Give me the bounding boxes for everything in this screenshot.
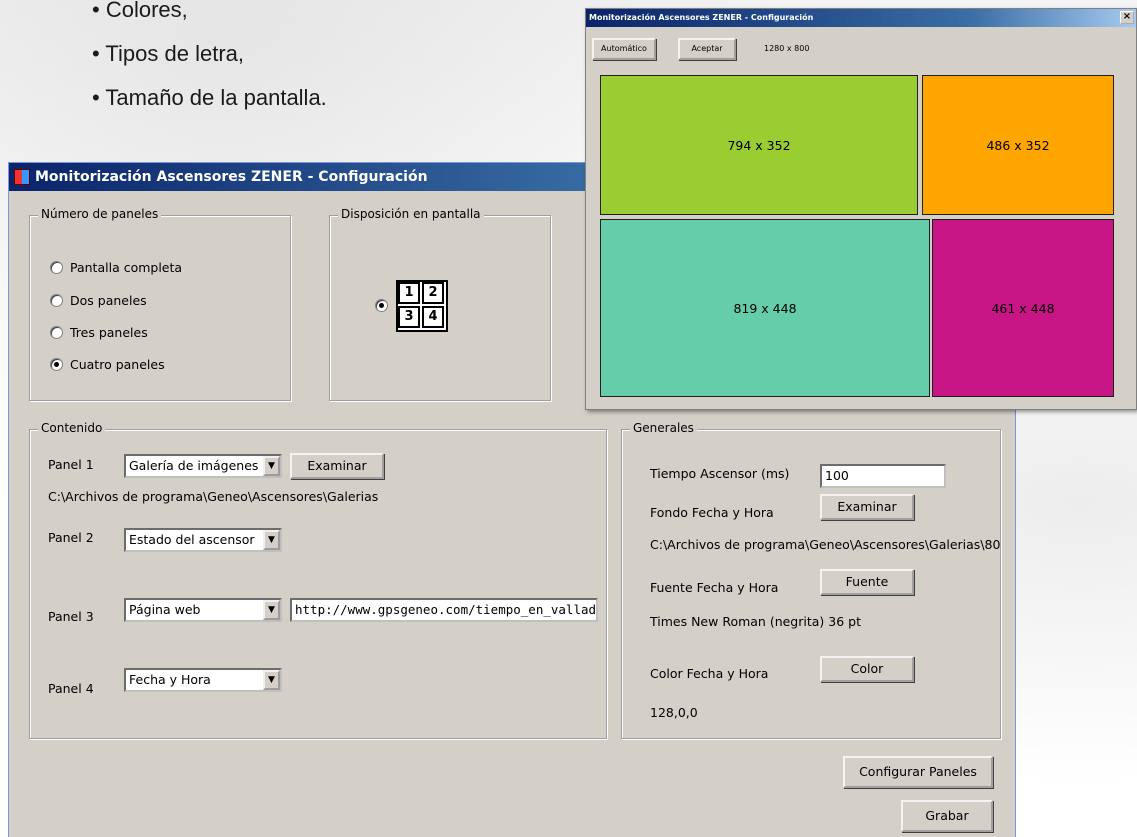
fuente-label: Fuente Fecha y Hora	[650, 580, 779, 595]
radio-dos-paneles[interactable]	[50, 294, 63, 307]
fuente-value: Times New Roman (negrita) 36 pt	[650, 614, 861, 629]
color-label: Color Fecha y Hora	[650, 666, 769, 681]
grid-cell: 4	[422, 306, 444, 328]
fondo-path: C:\Archivos de programa\Geneo\Ascensores…	[650, 537, 1001, 552]
select-value: Estado del ascensor	[129, 532, 255, 547]
panel3-url-input[interactable]: http://www.gpsgeneo.com/tiempo_en_vallad…	[290, 598, 598, 622]
preview-panel-3: 819 x 448	[600, 219, 930, 397]
generales-group: Generales Tiempo Ascensor (ms) 100 Fondo…	[621, 421, 1001, 739]
preview-panel-1: 794 x 352	[600, 75, 918, 215]
radio-cuatro-paneles[interactable]	[50, 358, 63, 371]
panel1-label: Panel 1	[48, 457, 94, 472]
group-title: Disposición en pantalla	[338, 207, 484, 221]
radio-label: Cuatro paneles	[70, 357, 165, 372]
chevron-down-icon[interactable]: ▼	[263, 456, 280, 476]
num-paneles-group: Número de paneles Pantalla completa Dos …	[29, 207, 291, 401]
radio-pantalla-completa[interactable]	[50, 261, 63, 274]
resolution-label: 1280 x 800	[764, 44, 810, 53]
fuente-button[interactable]: Fuente	[820, 569, 914, 595]
bullet-list: Colores, Tipos de letra, Tamaño de la pa…	[92, 0, 327, 120]
preview-panel-2: 486 x 352	[922, 75, 1114, 215]
aceptar-button[interactable]: Aceptar	[678, 38, 736, 60]
bullet-item: Tipos de letra,	[92, 32, 327, 76]
panel3-select[interactable]: Página web ▼	[124, 598, 282, 622]
preview-title: Monitorización Ascensores ZENER - Config…	[589, 13, 814, 22]
fondo-label: Fondo Fecha y Hora	[650, 505, 774, 520]
configurar-paneles-button[interactable]: Configurar Paneles	[843, 756, 993, 788]
group-title: Número de paneles	[38, 207, 162, 221]
preview-titlebar[interactable]: Monitorización Ascensores ZENER - Config…	[586, 9, 1136, 27]
grid-cell: 1	[398, 282, 420, 304]
panel2-select[interactable]: Estado del ascensor ▼	[124, 528, 282, 552]
panel1-path: C:\Archivos de programa\Geneo\Ascensores…	[48, 489, 379, 504]
tiempo-label: Tiempo Ascensor (ms)	[650, 466, 790, 481]
preview-window: Monitorización Ascensores ZENER - Config…	[585, 8, 1137, 410]
group-title: Contenido	[38, 421, 106, 435]
panel2-label: Panel 2	[48, 530, 94, 545]
automatico-button[interactable]: Automático	[592, 38, 656, 60]
examinar-panel1-button[interactable]: Examinar	[290, 453, 384, 479]
group-title: Generales	[630, 421, 697, 435]
grid-cell: 2	[422, 282, 444, 304]
grid-cell: 3	[398, 306, 420, 328]
disposicion-group: Disposición en pantalla 1 2 3 4	[329, 207, 551, 401]
examinar-fondo-button[interactable]: Examinar	[820, 494, 914, 520]
chevron-down-icon[interactable]: ▼	[263, 670, 280, 690]
select-value: Fecha y Hora	[129, 672, 211, 687]
panel1-select[interactable]: Galería de imágenes ▼	[124, 454, 282, 478]
radio-label: Tres paneles	[70, 325, 148, 340]
panel3-label: Panel 3	[48, 609, 94, 624]
chevron-down-icon[interactable]: ▼	[263, 600, 280, 620]
radio-layout-2x2[interactable]	[375, 299, 388, 312]
color-value: 128,0,0	[650, 705, 698, 720]
color-button[interactable]: Color	[820, 656, 914, 682]
window-title: Monitorización Ascensores ZENER - Config…	[35, 169, 428, 185]
radio-label: Dos paneles	[70, 293, 147, 308]
chevron-down-icon[interactable]: ▼	[263, 530, 280, 550]
app-icon	[14, 169, 30, 185]
layout-2x2-icon: 1 2 3 4	[396, 280, 448, 332]
panel4-label: Panel 4	[48, 681, 94, 696]
preview-panel-4: 461 x 448	[932, 219, 1114, 397]
tiempo-input[interactable]: 100	[820, 464, 946, 488]
panel4-select[interactable]: Fecha y Hora ▼	[124, 668, 282, 692]
close-icon[interactable]: ×	[1120, 11, 1134, 24]
bullet-item: Tamaño de la pantalla.	[92, 76, 326, 120]
select-value: Página web	[129, 602, 201, 617]
radio-tres-paneles[interactable]	[50, 326, 63, 339]
select-value: Galería de imágenes	[129, 458, 259, 473]
contenido-group: Contenido Panel 1 Galería de imágenes ▼ …	[29, 421, 607, 739]
grabar-button[interactable]: Grabar	[901, 800, 993, 832]
radio-label: Pantalla completa	[70, 260, 183, 275]
bullet-item: Colores,	[92, 0, 327, 32]
